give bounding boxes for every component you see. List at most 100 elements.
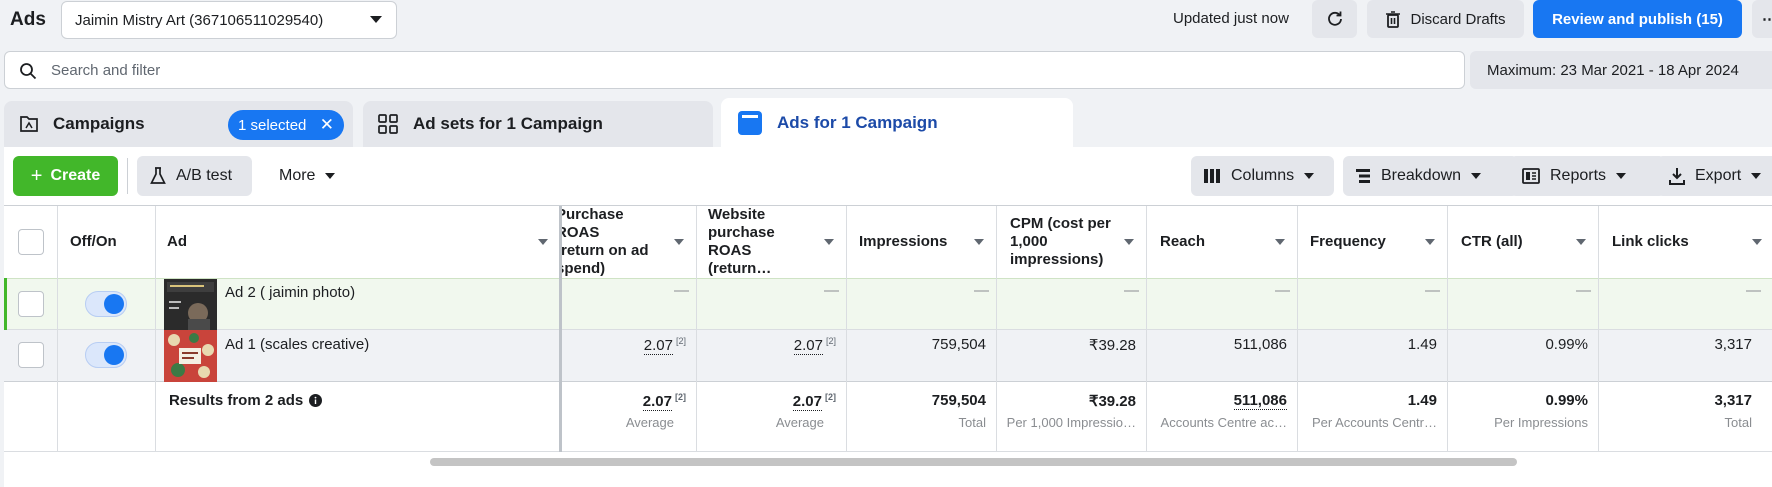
column-divider [1447,206,1448,452]
chevron-down-icon [1425,239,1435,245]
chevron-down-icon [1275,239,1285,245]
header-ad[interactable]: Ad [167,206,560,278]
more-options-button[interactable]: ⋯ [1752,0,1772,38]
header-ctr-label: CTR (all) [1461,233,1523,250]
page-title: Ads [10,9,46,30]
column-divider [996,206,997,452]
date-range-picker[interactable]: Maximum: 23 Mar 2021 - 18 Apr 2024 [1470,51,1772,89]
date-range-label: Maximum: 23 Mar 2021 - 18 Apr 2024 [1487,61,1739,79]
tab-campaigns-label: Campaigns [53,114,145,133]
toolbar-divider [127,158,128,194]
column-divider [155,206,156,452]
review-and-publish-button[interactable]: Review and publish (15) [1533,0,1742,38]
total-website-roas: 2.07 [2] [740,392,836,411]
refresh-icon [1327,11,1342,26]
ads-icon [737,110,763,136]
tab-ad-sets-label: Ad sets for 1 Campaign [413,114,603,133]
column-divider [696,206,697,452]
total-reach-sub: Accounts Centre ac… [1160,415,1287,430]
total-purchase-roas-sub: Average [625,415,674,430]
ad-status-toggle[interactable] [85,291,127,317]
chevron-down-icon [538,239,548,245]
cell-ctr: — [1576,282,1591,299]
total-frequency: 1.49 [1407,392,1437,409]
header-impressions-label: Impressions [859,233,948,250]
website-roas-value: 2.07 [793,337,823,355]
column-divider [1297,206,1298,452]
cell-link-clicks: 3,317 [1714,336,1752,353]
total-website-roas-value: 2.07 [792,393,822,411]
selected-filter-pill[interactable]: 1 selected ✕ [228,110,344,140]
create-button[interactable]: + Create [13,156,118,196]
cell-website-roas: — [824,282,839,299]
chevron-down-icon [370,16,382,23]
chevron-down-icon [1616,173,1627,179]
reports-button[interactable]: Reports [1510,156,1665,196]
more-menu-button[interactable]: More [279,156,336,196]
horizontal-scrollbar[interactable] [430,458,1517,466]
account-selector[interactable]: Jaimin Mistry Art (367106511029540) [61,1,397,39]
total-website-roas-note: [2] [825,392,836,402]
ad-name[interactable]: Ad 1 (scales creative) [225,336,369,353]
ad-status-toggle[interactable] [85,342,127,368]
tab-ad-sets[interactable]: Ad sets for 1 Campaign [363,101,713,147]
breakdown-icon [1356,169,1370,183]
tab-campaigns[interactable]: Campaigns 1 selected ✕ [4,101,353,147]
header-cpm[interactable]: CPM (cost per 1,000 impressions) [1010,206,1146,278]
select-all-checkbox[interactable] [18,229,44,255]
refresh-button[interactable] [1312,0,1357,38]
ad-thumbnail[interactable] [164,279,217,331]
tab-ads[interactable]: Ads for 1 Campaign [721,98,1073,148]
ad-name[interactable]: Ad 2 ( jaimin photo) [225,284,355,301]
breakdown-button[interactable]: Breakdown [1343,156,1518,196]
cell-impressions: — [974,282,989,299]
search-input[interactable]: Search and filter [4,51,1465,89]
total-frequency-sub: Per Accounts Centr… [1312,415,1437,430]
cell-purchase-roas: 2.07 [2] [590,336,686,355]
header-reach-label: Reach [1160,233,1206,250]
header-purchase-roas[interactable]: Purchase ROAS (return on ad spend) [562,206,696,278]
export-button[interactable]: Export [1657,156,1772,196]
chevron-down-icon [1752,239,1762,245]
header-impressions[interactable]: Impressions [859,206,996,278]
ad-thumbnail[interactable] [164,330,217,382]
header-reach[interactable]: Reach [1160,206,1297,278]
columns-button[interactable]: Columns [1191,156,1334,196]
header-cpm-label: CPM (cost per 1,000 impressions) [1010,215,1111,268]
header-link-clicks[interactable]: Link clicks [1612,206,1772,278]
header-website-roas-label: Website purchase ROAS (return… [708,206,775,277]
chevron-down-icon [674,239,684,245]
selected-count: 1 selected [238,116,307,134]
header-link-clicks-label: Link clicks [1612,233,1689,250]
info-icon[interactable] [309,394,323,407]
row-checkbox[interactable] [18,291,44,317]
reports-icon [1522,168,1540,184]
more-label: More [279,167,316,184]
discard-drafts-button[interactable]: Discard Drafts [1367,0,1524,38]
toggle-knob [104,294,124,314]
account-selector-label: Jaimin Mistry Art (367106511029540) [75,11,324,29]
ab-test-button[interactable]: A/B test [137,156,252,196]
total-link-clicks: 3,317 [1714,392,1752,409]
row-checkbox[interactable] [18,342,44,368]
header-ctr[interactable]: CTR (all) [1461,206,1598,278]
column-divider [1146,206,1147,452]
chevron-down-icon [1304,173,1315,179]
search-placeholder: Search and filter [51,61,161,79]
reports-label: Reports [1550,167,1607,184]
total-cpm-sub: Per 1,000 Impressio… [1006,415,1136,430]
columns-label: Columns [1231,167,1295,184]
header-off-on[interactable]: Off/On [70,206,117,278]
header-ad-label: Ad [167,233,187,250]
toggle-knob [104,345,124,365]
cell-link-clicks: — [1746,282,1761,299]
header-frequency[interactable]: Frequency [1310,206,1447,278]
total-impressions-sub: Total [958,415,986,430]
create-label: Create [50,167,101,184]
close-icon[interactable]: ✕ [320,115,334,135]
ab-test-label: A/B test [176,167,233,184]
header-website-roas[interactable]: Website purchase ROAS (return… [708,206,846,278]
total-purchase-roas-note: [2] [675,392,686,402]
total-purchase-roas: 2.07 [2] [590,392,686,411]
total-link-clicks-sub: Total [1724,415,1752,430]
